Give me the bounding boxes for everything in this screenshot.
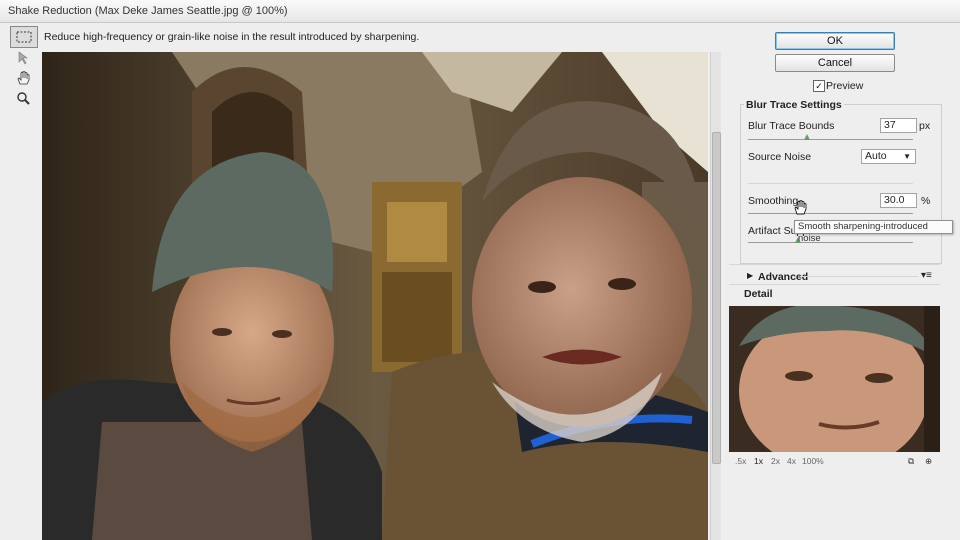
blur-trace-tool-icon[interactable]	[10, 48, 36, 68]
smoothing-input[interactable]: 30.0	[880, 193, 917, 208]
scrollbar-thumb[interactable]	[712, 132, 721, 464]
tool-panel	[8, 26, 38, 536]
zoom-100-button[interactable]: 100%	[802, 456, 824, 466]
hand-cursor-icon	[793, 199, 807, 218]
cancel-button[interactable]: Cancel	[775, 54, 895, 72]
smoothing-tooltip: Smooth sharpening-introduced noise	[794, 220, 953, 244]
window-title: Shake Reduction (Max Deke James Seattle.…	[8, 5, 288, 17]
marquee-icon[interactable]	[10, 26, 38, 48]
zoom-half-button[interactable]: .5x	[735, 456, 746, 466]
canvas-scrollbar[interactable]	[710, 52, 721, 540]
detail-label: Detail	[744, 288, 773, 300]
blur-trace-bounds-slider-track[interactable]	[748, 139, 913, 140]
advanced-section-label[interactable]: Advanced	[758, 271, 808, 283]
source-noise-value: Auto	[865, 150, 887, 162]
detail-photo	[729, 306, 940, 452]
source-noise-select[interactable]: Auto ▼	[861, 149, 916, 164]
undock-icon[interactable]: ⧉	[908, 456, 914, 467]
blur-trace-bounds-slider-thumb[interactable]	[804, 134, 810, 140]
ok-button[interactable]: OK	[775, 32, 895, 50]
blur-trace-bounds-unit: px	[919, 120, 931, 132]
divider	[800, 276, 918, 277]
preview-checkbox[interactable]: ✓	[813, 80, 825, 92]
smoothing-label: Smoothing	[748, 195, 799, 207]
artifact-suppression-slider-track[interactable]	[748, 242, 913, 243]
divider	[748, 183, 913, 184]
zoom-icon[interactable]	[10, 88, 36, 108]
smoothing-unit: %	[921, 195, 931, 207]
blur-trace-bounds-input[interactable]: 37	[880, 118, 917, 133]
zoom-4x-button[interactable]: 4x	[787, 456, 796, 466]
zoom-1x-button[interactable]: 1x	[754, 456, 763, 466]
crosshair-icon[interactable]: ⊕	[925, 456, 932, 467]
advanced-expand-icon[interactable]: ▶	[747, 271, 753, 280]
chevron-down-icon: ▼	[903, 152, 911, 161]
preview-photo	[42, 52, 708, 540]
preview-canvas[interactable]	[42, 52, 708, 540]
blur-trace-bounds-label: Blur Trace Bounds	[748, 120, 835, 132]
zoom-2x-button[interactable]: 2x	[771, 456, 780, 466]
divider	[729, 284, 940, 285]
panel-menu-icon[interactable]: ▾≡	[921, 270, 932, 281]
preview-label: Preview	[826, 80, 864, 92]
divider	[729, 264, 940, 265]
smoothing-slider-track[interactable]	[748, 213, 913, 214]
blur-trace-heading: Blur Trace Settings	[744, 99, 844, 111]
hint-text: Reduce high-frequency or grain-like nois…	[44, 31, 420, 43]
hand-icon[interactable]	[10, 68, 36, 88]
detail-zoom-bar: .5x 1x 2x 4x 100% ⧉ ⊕	[729, 455, 940, 468]
source-noise-label: Source Noise	[748, 151, 812, 163]
window-titlebar: Shake Reduction (Max Deke James Seattle.…	[0, 0, 960, 23]
detail-loupe[interactable]	[729, 306, 940, 452]
